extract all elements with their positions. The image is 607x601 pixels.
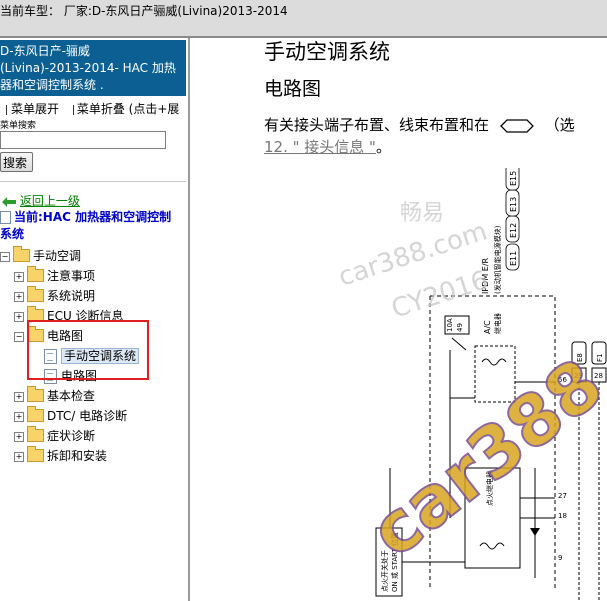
menu-collapse-label: 菜单折叠 (点击+展 xyxy=(76,102,180,116)
relay-coil-icon xyxy=(481,358,507,366)
sidebar-header: D-东风日产-骊威 (Livina)-2013-2014- HAC 加热 器和空… xyxy=(0,40,186,96)
sidebar-header-line-1: D-东风日产-骊威 xyxy=(0,44,90,58)
pin-label: 28 xyxy=(594,372,603,380)
intro-paragraph: 有关接头端子布置、线束布置和在 （选 xyxy=(264,114,575,135)
sidebar-header-line-3: 器和空调控制系统 . xyxy=(0,78,104,92)
tree-item-label: 拆卸和安装 xyxy=(47,449,108,463)
relay-coil-icon xyxy=(479,542,505,550)
expand-icon[interactable]: + xyxy=(14,411,24,422)
search-label: 菜单搜索 xyxy=(0,121,37,131)
connector-label: F1 xyxy=(596,354,604,362)
tree-root-label: 手动空调 xyxy=(33,249,82,263)
folder-icon xyxy=(27,426,44,442)
tree-root[interactable]: − 手动空调 xyxy=(0,246,81,266)
watermark: 畅易 car388.com CY2016 xyxy=(335,201,492,325)
current-line-2: 系统 xyxy=(0,227,25,241)
tree-item-label: 注意事项 xyxy=(47,269,96,283)
tree-item[interactable]: + 症状诊断 xyxy=(14,426,95,446)
folder-icon xyxy=(27,286,44,302)
link-line: 12. " 接头信息 "。 xyxy=(264,136,391,157)
intro-text: 有关接头端子布置、线束布置和在 xyxy=(264,116,490,134)
section-title: 电路图 xyxy=(264,78,322,100)
current-location: 当前:HAC 加热器和空调控制 系统 xyxy=(0,209,171,243)
pin-label: 27 xyxy=(558,492,567,500)
connector-label: E15 xyxy=(509,171,518,186)
connector-label: E13 xyxy=(509,197,518,212)
intro-text-suffix: （选 xyxy=(544,116,575,134)
annotation-highlight-box xyxy=(27,320,149,380)
watermark-text: 畅易 xyxy=(400,201,444,226)
connector-label: E12 xyxy=(509,223,518,238)
fuse-amp-label: 10A xyxy=(446,318,454,332)
search-input[interactable] xyxy=(0,131,166,149)
pin-label: 18 xyxy=(558,512,567,520)
expand-icon[interactable]: + xyxy=(14,311,24,322)
tree-item-label: 症状诊断 xyxy=(47,429,96,443)
circuit-diagram: E11 E12 E13 E15 IPDM E/R (发动机智能电源模块) 10A… xyxy=(335,168,607,601)
tree-item-label: 基本检查 xyxy=(47,389,96,403)
tree-item[interactable]: + 基本检查 xyxy=(14,386,95,406)
collapse-icon[interactable]: − xyxy=(0,251,10,262)
folder-icon xyxy=(27,386,44,402)
connector-info-link[interactable]: 12. " 接头信息 " xyxy=(264,138,376,156)
expand-icon[interactable]: + xyxy=(14,451,24,462)
wire xyxy=(520,468,555,578)
watermark-text: CY2016 xyxy=(388,265,492,324)
content-pane: 手动空调系统 电路图 有关接头端子布置、线束布置和在 （选 12. " 接头信息… xyxy=(190,38,607,601)
folder-icon xyxy=(27,406,44,422)
current-doc-icon xyxy=(0,211,11,224)
search-button[interactable]: 搜索 xyxy=(0,152,33,172)
back-link-label: 返回上一级 xyxy=(19,194,80,208)
tree-item[interactable]: + 系统说明 xyxy=(14,286,95,306)
tree-item[interactable]: + 拆卸和安装 xyxy=(14,446,107,466)
connector-hexagon-icon xyxy=(494,116,545,134)
top-connectors: E11 E12 E13 E15 xyxy=(505,168,520,271)
pin-label: 9 xyxy=(558,554,562,562)
tree-item[interactable]: + 注意事项 xyxy=(14,266,95,286)
page-title: 手动空调系统 xyxy=(264,40,390,64)
tree-item-label: 系统说明 xyxy=(47,289,96,303)
window-title: 当前车型： 厂家:D-东风日产骊威(Livina)2013-2014 xyxy=(0,4,288,18)
back-link[interactable]: 返回上一级 xyxy=(2,192,80,209)
relay-label: A/C xyxy=(483,320,492,334)
folder-icon xyxy=(27,446,44,462)
expand-icon[interactable]: + xyxy=(14,271,24,282)
menu-expand-button[interactable]: 菜单展开 xyxy=(0,100,59,117)
collapse-icon[interactable]: − xyxy=(14,331,24,342)
menu-controls: 菜单展开 菜单折叠 (点击+展 xyxy=(0,100,179,117)
folder-icon xyxy=(27,266,44,282)
sidebar-header-line-2: (Livina)-2013-2014- HAC 加热 xyxy=(0,61,176,75)
folder-open-icon xyxy=(13,246,30,262)
expand-icon[interactable]: + xyxy=(14,431,24,442)
menu-expand-label: 菜单展开 xyxy=(11,102,60,116)
expand-icon[interactable]: + xyxy=(14,391,24,402)
sidebar: D-东风日产-骊威 (Livina)-2013-2014- HAC 加热 器和空… xyxy=(0,38,190,601)
link-suffix: 。 xyxy=(375,138,391,156)
expand-icon[interactable]: + xyxy=(14,291,24,302)
back-arrow-icon xyxy=(2,194,20,208)
tree-item-label: DTC/ 电路诊断 xyxy=(47,409,128,423)
tree-item[interactable]: + DTC/ 电路诊断 xyxy=(14,406,127,426)
fuse-number-label: 49 xyxy=(456,323,464,332)
current-line-1: 当前:HAC 加热器和空调控制 xyxy=(14,210,172,224)
module-sublabel: (发动机智能电源模块) xyxy=(493,225,502,294)
relay-sublabel: 继电器 xyxy=(493,313,502,334)
ignition-switch-label: 点火开关处于 xyxy=(380,550,389,592)
sidebar-divider xyxy=(0,181,186,182)
menu-collapse-button[interactable]: 菜单折叠 (点击+展 xyxy=(69,100,180,117)
menu-expand-icon xyxy=(0,104,7,115)
menu-collapse-icon xyxy=(69,104,74,115)
watermark-logo: car388 xyxy=(355,343,607,573)
fuse-symbol xyxy=(451,337,467,351)
title-bar: 当前车型： 厂家:D-东风日产骊威(Livina)2013-2014 xyxy=(0,0,607,39)
connector-label: E11 xyxy=(509,251,518,266)
